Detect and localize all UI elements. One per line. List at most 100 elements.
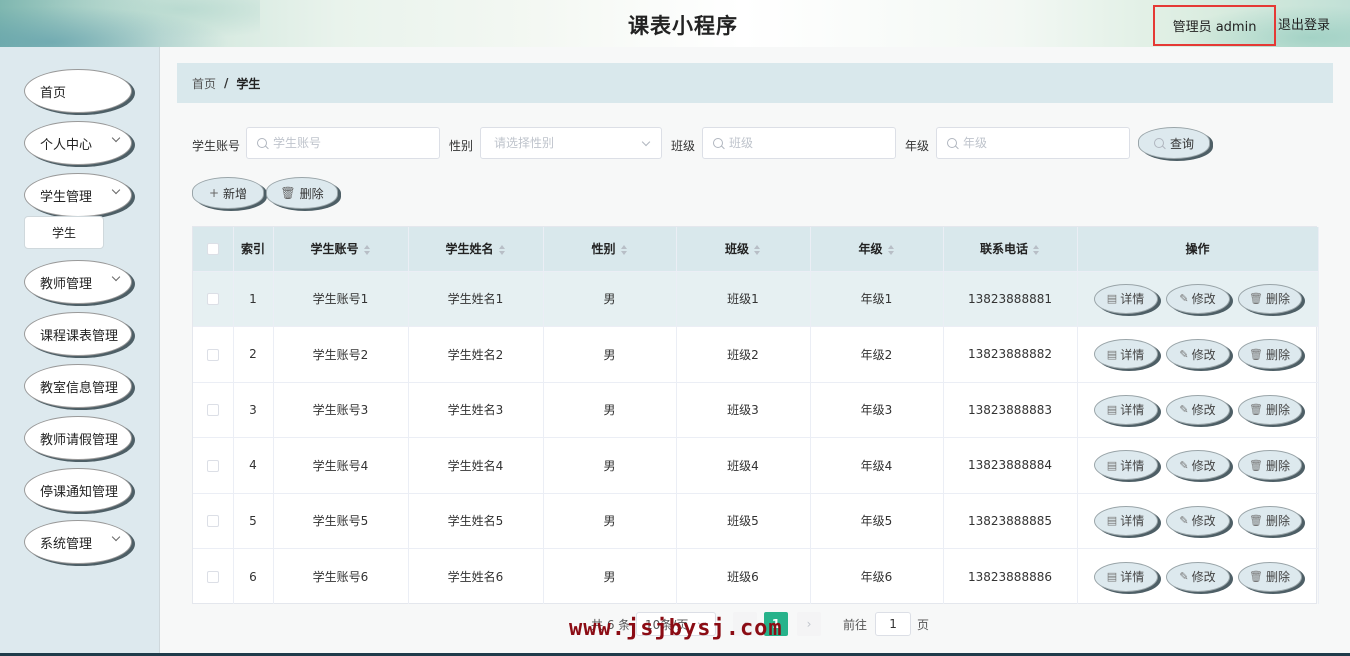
cell-gender: 男 <box>543 437 677 493</box>
column-header-grade[interactable]: 年级 <box>810 227 944 271</box>
gender-select[interactable] <box>480 127 662 159</box>
detail-button[interactable]: ▤ 详情 <box>1093 561 1158 592</box>
row-checkbox[interactable] <box>206 404 219 417</box>
gender-select-input[interactable] <box>494 136 661 150</box>
grade-search-input[interactable] <box>963 136 1129 150</box>
account-search-field[interactable] <box>246 127 440 159</box>
sort-icon[interactable] <box>754 244 761 255</box>
breadcrumb-current: 学生 <box>236 76 261 91</box>
delete-button[interactable]: 🗑 删除 <box>1237 505 1302 536</box>
row-select-cell[interactable] <box>193 548 234 604</box>
row-checkbox[interactable] <box>206 571 219 583</box>
row-checkbox[interactable] <box>206 459 219 472</box>
column-header-phone[interactable]: 联系电话 <box>943 227 1078 271</box>
edit-icon: ✎ <box>1179 403 1189 417</box>
account-search-input[interactable] <box>273 136 439 150</box>
edit-button[interactable]: ✎ 修改 <box>1165 283 1230 314</box>
row-checkbox[interactable] <box>206 515 219 528</box>
column-header-account[interactable]: 学生账号 <box>273 227 409 271</box>
row-select-cell[interactable] <box>193 492 234 549</box>
column-header-gender[interactable]: 性别 <box>543 227 677 271</box>
cell-class: 班级6 <box>676 548 811 604</box>
sort-icon[interactable] <box>620 244 628 255</box>
breadcrumb-separator: / <box>224 76 229 90</box>
cell-phone: 13823888885 <box>943 492 1078 549</box>
cell-index: 5 <box>233 492 274 549</box>
edit-button[interactable]: ✎ 修改 <box>1165 339 1230 370</box>
next-page-button[interactable]: › <box>797 612 821 636</box>
sidebar-item-course-schedule[interactable]: 课程课表管理 <box>24 312 132 356</box>
query-button-label: 查询 <box>1169 136 1194 151</box>
row-checkbox[interactable] <box>206 293 219 306</box>
sort-icon[interactable] <box>887 244 895 255</box>
row-select-cell[interactable] <box>193 381 234 438</box>
detail-button[interactable]: ▤ 详情 <box>1093 505 1158 536</box>
sidebar-item-teacher-management[interactable]: 教师管理 <box>24 260 132 304</box>
table-row: 5 学生账号5 学生姓名5 男班级5 年级5 13823888885 ▤ 详情 ✎ 修改 🗑 删除 <box>193 492 1319 549</box>
trash-icon: 🗑 <box>1249 292 1263 306</box>
detail-button[interactable]: ▤ 详情 <box>1093 394 1158 425</box>
sidebar-item-class-suspension[interactable]: 停课通知管理 <box>24 468 132 512</box>
row-checkbox[interactable] <box>206 348 219 361</box>
edit-button[interactable]: ✎ 修改 <box>1165 394 1230 425</box>
row-select-cell[interactable] <box>193 437 234 493</box>
delete-button[interactable]: 🗑 删除 <box>1237 283 1302 314</box>
sidebar-item-classroom-info[interactable]: 教室信息管理 <box>24 364 132 408</box>
delete-button[interactable]: 🗑 删除 <box>1237 339 1302 370</box>
goto-page-input[interactable] <box>875 612 912 636</box>
cell-account: 学生账号3 <box>273 381 409 438</box>
class-search-input[interactable] <box>729 136 895 150</box>
cell-actions: ▤ 详情 ✎ 修改 🗑 删除 <box>1077 492 1319 549</box>
sort-icon[interactable] <box>363 244 371 255</box>
sort-icon[interactable] <box>1033 244 1040 255</box>
edit-button[interactable]: ✎ 修改 <box>1165 505 1230 536</box>
breadcrumb-home[interactable]: 首页 <box>192 75 216 92</box>
edit-icon: ✎ <box>1179 570 1189 583</box>
search-icon <box>1153 138 1164 148</box>
select-all-cell[interactable] <box>193 227 234 271</box>
cell-actions: ▤ 详情 ✎ 修改 🗑 删除 <box>1077 548 1319 604</box>
column-header-class[interactable]: 班级 <box>676 227 811 271</box>
cell-phone: 13823888883 <box>943 381 1078 438</box>
select-all-checkbox[interactable] <box>206 243 219 256</box>
bulk-delete-button[interactable]: 🗑 删除 <box>266 177 338 209</box>
edit-button[interactable]: ✎ 修改 <box>1165 561 1230 592</box>
column-header-index: 索引 <box>233 227 274 271</box>
trash-icon: 🗑 <box>1249 347 1263 361</box>
detail-button[interactable]: ▤ 详情 <box>1093 339 1158 370</box>
delete-button[interactable]: 🗑 删除 <box>1237 561 1302 592</box>
sidebar-item-teacher-leave[interactable]: 教师请假管理 <box>24 416 132 460</box>
cell-account: 学生账号6 <box>273 548 409 604</box>
edit-button[interactable]: ✎ 修改 <box>1165 450 1230 481</box>
goto-page: 前往 页 <box>843 612 929 636</box>
row-select-cell[interactable] <box>193 270 234 327</box>
sidebar-item-home[interactable]: 首页 <box>24 69 132 113</box>
cell-name: 学生姓名1 <box>408 270 544 327</box>
sidebar-item-system-management[interactable]: 系统管理 <box>24 520 132 564</box>
cell-class: 班级2 <box>676 326 811 382</box>
detail-button[interactable]: ▤ 详情 <box>1093 283 1158 314</box>
delete-button[interactable]: 🗑 删除 <box>1237 450 1302 481</box>
cell-phone: 13823888881 <box>943 270 1078 327</box>
cell-gender: 男 <box>543 381 677 438</box>
column-header-name[interactable]: 学生姓名 <box>408 227 544 271</box>
cell-gender: 男 <box>543 548 677 604</box>
sidebar-item-student-management[interactable]: 学生管理 <box>24 173 132 217</box>
detail-button[interactable]: ▤ 详情 <box>1093 450 1158 481</box>
delete-button[interactable]: 🗑 删除 <box>1237 394 1302 425</box>
row-select-cell[interactable] <box>193 326 234 382</box>
current-user[interactable]: 管理员 admin <box>1153 5 1276 46</box>
sidebar-subitem-student[interactable]: 学生 <box>24 216 104 249</box>
cell-name: 学生姓名4 <box>408 437 544 493</box>
sort-icon[interactable] <box>498 244 506 255</box>
sidebar-item-personal-center[interactable]: 个人中心 <box>24 121 132 165</box>
class-search-field[interactable] <box>702 127 896 159</box>
plus-icon: + <box>208 186 220 200</box>
class-search-label: 班级 <box>671 139 696 153</box>
logout-button[interactable]: 退出登录 <box>1278 14 1330 33</box>
search-icon <box>947 138 957 148</box>
query-button[interactable]: 查询 <box>1138 127 1210 159</box>
add-button[interactable]: + 新增 <box>192 177 264 209</box>
cell-phone: 13823888884 <box>943 437 1078 493</box>
grade-search-field[interactable] <box>936 127 1130 159</box>
